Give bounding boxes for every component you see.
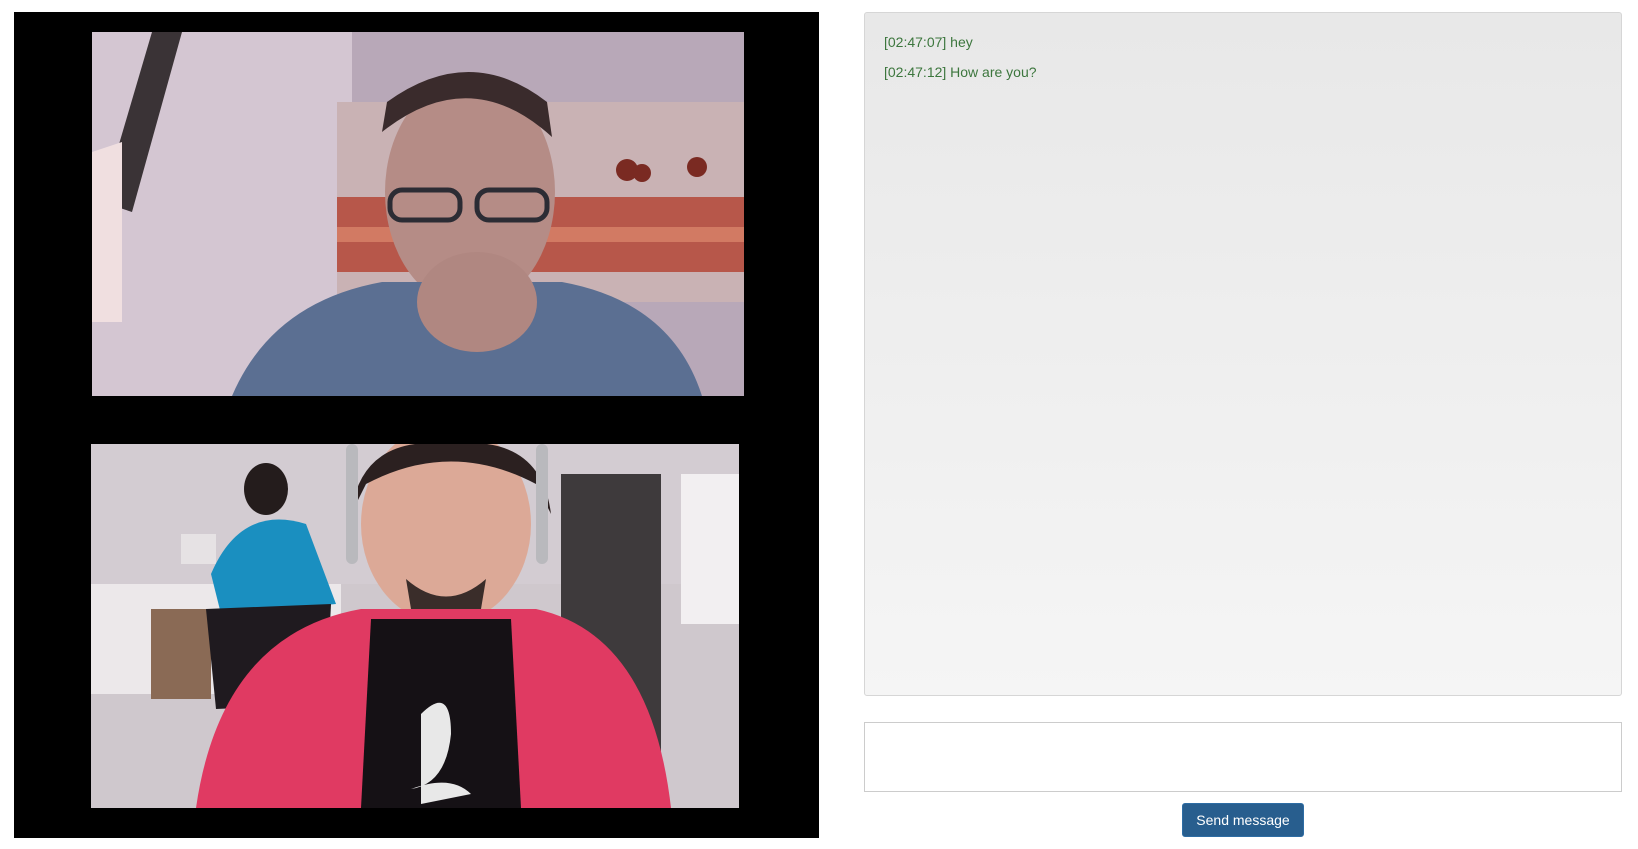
chat-message: [02:47:12] How are you? xyxy=(884,64,1037,80)
remote-video-feed xyxy=(92,32,744,396)
chat-message: [02:47:07] hey xyxy=(884,34,973,50)
message-input[interactable] xyxy=(864,722,1622,792)
chat-log: [02:47:07] hey [02:47:12] How are you? xyxy=(864,12,1622,696)
video-panel xyxy=(14,12,819,838)
send-message-button[interactable]: Send message xyxy=(1182,803,1304,837)
local-video-feed xyxy=(91,444,739,808)
